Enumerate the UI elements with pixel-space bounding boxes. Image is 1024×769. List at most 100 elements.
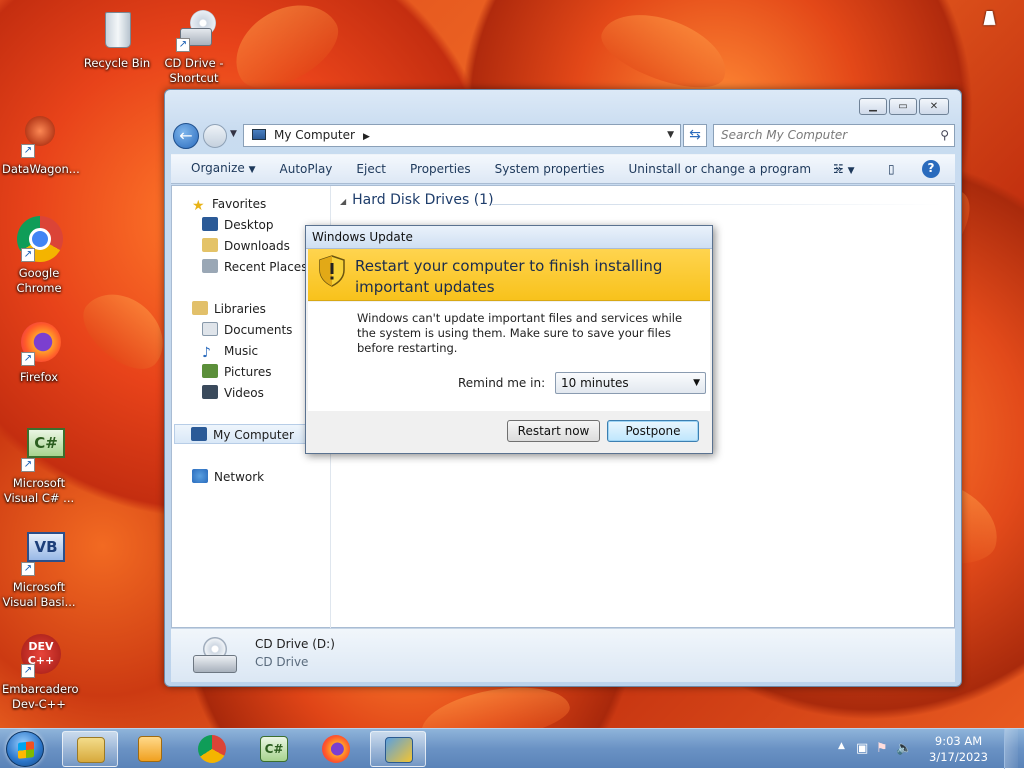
shortcut-arrow-icon: ↗ [21,352,35,366]
visual-csharp-icon: C# [260,736,288,762]
nav-favorites[interactable]: ★ Favorites [192,194,266,214]
folder-icon [77,737,105,763]
postpone-button[interactable]: Postpone [607,420,699,442]
visual-basic-icon: VB ↗ [15,530,65,578]
properties-button[interactable]: Properties [398,155,483,183]
organize-button[interactable]: Organize ▼ [179,154,268,184]
taskbar-windows-update[interactable] [370,731,426,767]
dialog-body: Windows can't update important files and… [308,302,710,411]
taskbar-explorer[interactable] [62,731,118,767]
desktop-icon-datawagon[interactable]: ↗ DataWagon... [2,112,80,177]
autoplay-button[interactable]: AutoPlay [268,155,345,183]
nav-my-computer[interactable]: My Computer [174,424,324,444]
firefox-icon: ↗ [15,320,63,368]
nav-downloads[interactable]: Downloads [202,236,290,256]
close-button[interactable]: ✕ [919,98,949,115]
back-button[interactable]: ← [173,123,199,149]
firefox-icon [322,735,350,763]
cd-drive-icon: ↗ [170,6,218,54]
help-icon[interactable]: ? [922,160,940,178]
details-pane: CD Drive (D:) CD Drive [171,628,955,682]
desktop-icon-firefox[interactable]: ↗ Firefox [2,320,76,385]
refresh-button[interactable]: ⇆ [683,124,707,147]
navigation-bar: ← ▼ My Computer ▶ ▼ ⇆ Search My Computer … [173,121,955,149]
videos-icon [202,385,218,399]
maximize-button[interactable]: ▭ [889,98,917,115]
system-properties-button[interactable]: System properties [483,155,617,183]
details-type: CD Drive [255,655,309,669]
music-icon: ♪ [202,345,211,361]
datawagon-icon: ↗ [15,112,63,160]
nav-pictures[interactable]: Pictures [202,362,272,382]
command-bar: Organize ▼ AutoPlay Eject Properties Sys… [171,154,955,184]
taskbar-chrome[interactable] [184,731,240,767]
pictures-icon [202,364,218,378]
taskbar-firefox[interactable] [308,731,364,767]
nav-documents[interactable]: Documents [202,320,292,340]
dev-cpp-icon: DEV C++ ↗ [15,632,63,680]
restart-now-button[interactable]: Restart now [507,420,600,442]
libraries-icon [192,301,208,315]
computer-icon [252,129,266,140]
caption-buttons: ▁ ▭ ✕ [859,98,949,115]
volume-icon[interactable]: 🔈 [896,741,912,756]
windows-update-dialog[interactable]: Windows Update Restart your computer to … [305,225,713,454]
desktop-icon-dev-cpp[interactable]: DEV C++ ↗ Embarcadero Dev-C++ [2,632,79,712]
taskbar-media-player[interactable] [122,731,178,767]
chrome-icon [198,735,226,763]
mouse-cursor-icon [983,11,999,25]
remind-label: Remind me in: [458,376,546,390]
desktop-icon-google-chrome[interactable]: ↗ Google Chrome [2,216,76,296]
search-icon[interactable]: ⚲ [940,125,949,146]
search-input[interactable]: Search My Computer ⚲ [713,124,955,147]
desktop-icon-recycle-bin[interactable]: Recycle Bin [80,6,154,71]
dialog-header: Restart your computer to finish installi… [308,249,710,301]
recent-pages-dropdown[interactable]: ▼ [230,129,237,139]
show-desktop-button[interactable] [1004,729,1018,769]
cd-drive-large-icon [193,637,241,675]
recent-places-icon [202,259,218,273]
eject-button[interactable]: Eject [344,155,398,183]
media-player-icon [138,736,162,762]
taskbar: C# ▲ ▣ ⚑ 🔈 9:03 AM 3/17/2023 [0,728,1024,769]
nav-desktop[interactable]: Desktop [202,215,274,235]
chrome-icon: ↗ [15,216,63,264]
shortcut-arrow-icon: ↗ [21,458,35,472]
computer-icon [191,427,207,441]
forward-button[interactable] [203,124,227,148]
downloads-folder-icon [202,238,218,252]
address-dropdown-icon[interactable]: ▼ [667,125,674,146]
recycle-bin-icon [93,6,141,54]
clock[interactable]: 9:03 AM 3/17/2023 [929,733,988,765]
shortcut-arrow-icon: ↗ [21,248,35,262]
preview-pane-icon[interactable]: ▯ [888,155,895,183]
address-bar[interactable]: My Computer ▶ ▼ [243,124,681,147]
network-icon [192,469,208,483]
action-center-icon[interactable]: ⚑ [876,741,888,756]
collapse-arrow-icon: ◢ [340,197,347,206]
chevron-down-icon: ▼ [248,165,256,175]
nav-libraries[interactable]: Libraries [192,299,266,319]
network-tray-icon[interactable]: ▣ [856,741,868,756]
shortcut-arrow-icon: ↗ [176,38,190,52]
nav-recent-places[interactable]: Recent Places [202,257,307,277]
remind-select[interactable]: 10 minutes ▼ [555,372,706,394]
minimize-button[interactable]: ▁ [859,98,887,115]
change-view-icon[interactable]: ☷ ▼ [833,155,855,183]
start-button[interactable] [6,731,44,767]
desktop-icon-visual-csharp[interactable]: C# ↗ Microsoft Visual C# ... [2,426,76,506]
shortcut-arrow-icon: ↗ [21,144,35,158]
group-header-hard-disk[interactable]: ◢ Hard Disk Drives (1) [340,192,494,208]
desktop-icon-cd-drive-shortcut[interactable]: ↗ CD Drive - Shortcut [157,6,231,86]
nav-network[interactable]: Network [192,467,264,487]
dialog-heading: Restart your computer to finish installi… [355,257,663,296]
uninstall-program-button[interactable]: Uninstall or change a program [616,155,823,183]
windows-update-icon [385,737,413,763]
nav-music[interactable]: ♪ Music [202,341,258,361]
desktop-icon-visual-basic[interactable]: VB ↗ Microsoft Visual Basi... [2,530,76,610]
taskbar-visual-csharp[interactable]: C# [246,731,302,767]
show-hidden-icons-icon[interactable]: ▲ [838,741,845,751]
warning-shield-icon [319,255,345,287]
nav-videos[interactable]: Videos [202,383,264,403]
breadcrumb-arrow-icon[interactable]: ▶ [363,132,370,142]
